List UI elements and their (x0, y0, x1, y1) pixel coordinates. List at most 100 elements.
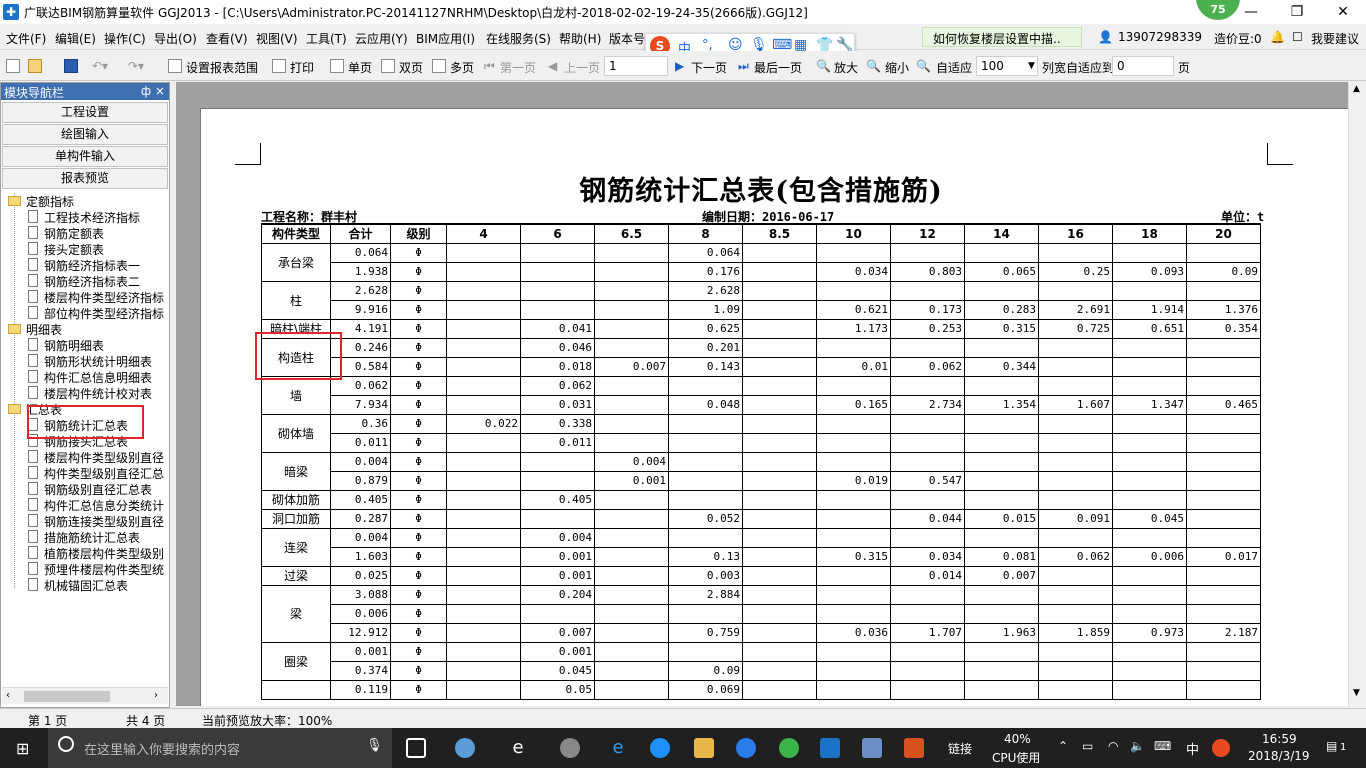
tree-item[interactable]: 钢筋级别直径汇总表 (28, 481, 152, 498)
task-view-icon[interactable] (406, 738, 426, 758)
menu-file[interactable]: 文件(F) (6, 30, 46, 47)
tree-item[interactable]: 钢筋形状统计明细表 (28, 353, 152, 370)
360-icon[interactable] (779, 738, 799, 758)
volume-icon[interactable]: 🔈 (1130, 739, 1145, 753)
menu-online[interactable]: 在线服务(S) (486, 30, 551, 47)
bell-icon[interactable]: 🔔 (1270, 30, 1285, 44)
ie-icon[interactable]: e (508, 738, 528, 758)
tree-item[interactable]: 构件汇总信息明细表 (28, 369, 152, 386)
menu-tools[interactable]: 工具(T) (306, 30, 347, 47)
tree-folder[interactable]: 明细表 (8, 321, 62, 338)
zoom-dropdown-icon[interactable]: ▼ (1028, 61, 1035, 71)
tree-item[interactable]: 钢筋明细表 (28, 337, 104, 354)
scroll-up-icon[interactable]: ▲ (1353, 84, 1360, 94)
last-page-button[interactable]: 最后一页 (754, 59, 802, 76)
tree-item[interactable]: 措施筋统计汇总表 (28, 529, 140, 546)
next-page-button[interactable]: 下一页 (691, 59, 727, 76)
fit-button[interactable]: 自适应 (936, 59, 972, 76)
feedback-icon[interactable]: ☐ (1292, 30, 1303, 44)
score-label[interactable]: 造价豆:0 (1214, 30, 1262, 47)
clipboard-app-icon[interactable] (862, 738, 882, 758)
undo-icon[interactable]: ↶▾ (92, 59, 108, 73)
new-file-icon[interactable] (6, 59, 20, 73)
nav-single-component-input[interactable]: 单构件输入 (2, 146, 168, 167)
multi-page-button[interactable]: 多页 (450, 59, 474, 76)
edge-icon[interactable]: e (608, 738, 628, 758)
tree-item[interactable]: 楼层构件类型经济指标 (28, 289, 164, 306)
nav-drawing-input[interactable]: 绘图输入 (2, 124, 168, 145)
scroll-left-icon[interactable]: ‹ (6, 690, 10, 701)
network-app-icon[interactable] (560, 738, 580, 758)
menu-export[interactable]: 导出(O) (154, 30, 197, 47)
nav-report-preview[interactable]: 报表预览 (2, 168, 168, 189)
menu-viewport[interactable]: 视图(V) (256, 30, 298, 47)
tree-item[interactable]: 接头定额表 (28, 241, 104, 258)
open-folder-icon[interactable] (28, 59, 42, 73)
pdf-app-icon[interactable] (904, 738, 924, 758)
tree-item[interactable]: 工程技术经济指标 (28, 209, 140, 226)
menu-edit[interactable]: 编辑(E) (55, 30, 96, 47)
tree-item[interactable]: 预埋件楼层构件类型统 (28, 561, 164, 578)
battery-icon[interactable]: ▭ (1082, 739, 1093, 753)
scroll-down-icon[interactable]: ▼ (1353, 688, 1360, 698)
tree-item[interactable]: 钢筋经济指标表一 (28, 257, 140, 274)
save-icon[interactable] (64, 59, 78, 73)
minimize-button[interactable]: — (1228, 0, 1274, 24)
tree-item[interactable]: 钢筋定额表 (28, 225, 104, 242)
maximize-button[interactable]: ❐ (1274, 0, 1320, 24)
fan-app-icon[interactable] (455, 738, 475, 758)
set-report-range-button[interactable]: 设置报表范围 (186, 59, 258, 76)
chevron-up-icon[interactable]: ⌃ (1058, 739, 1068, 753)
prev-page-button[interactable]: 上一页 (564, 59, 600, 76)
zoom-out-button[interactable]: 缩小 (885, 59, 909, 76)
taskbar-search[interactable]: 在这里输入你要搜索的内容 🎙 (48, 728, 392, 768)
close-button[interactable]: ✕ (1320, 0, 1366, 24)
menu-view[interactable]: 查看(V) (206, 30, 248, 47)
g-app-icon[interactable] (736, 738, 756, 758)
notification-icon[interactable]: ▤ (1326, 739, 1337, 753)
tree-item[interactable]: 植筋楼层构件类型级别 (28, 545, 164, 562)
page-number-input[interactable]: 1 (604, 56, 668, 76)
user-phone[interactable]: 13907298339 (1118, 30, 1202, 44)
column-fit-input[interactable]: 0 (1112, 56, 1174, 76)
tree-item[interactable]: 钢筋经济指标表二 (28, 273, 140, 290)
pin-close-icon[interactable]: ф × (141, 84, 165, 98)
redo-icon[interactable]: ↷▾ (128, 59, 144, 73)
scroll-thumb[interactable] (24, 691, 110, 702)
first-page-button[interactable]: 第一页 (500, 59, 536, 76)
tree-item[interactable]: 楼层构件统计校对表 (28, 385, 152, 402)
glodon-app-icon[interactable] (820, 738, 840, 758)
nav-horizontal-scrollbar[interactable]: ‹ › (2, 687, 168, 704)
scroll-right-icon[interactable]: › (154, 690, 158, 701)
print-button[interactable]: 打印 (290, 59, 314, 76)
zoom-in-button[interactable]: 放大 (834, 59, 858, 76)
tree-item[interactable]: 构件类型级别直径汇总 (28, 465, 164, 482)
windows-start-icon[interactable]: ⊞ (16, 739, 29, 758)
sogou-tray-icon[interactable] (1212, 739, 1230, 757)
nav-project-settings[interactable]: 工程设置 (2, 102, 168, 123)
mic-icon[interactable]: 🎙 (366, 738, 383, 753)
tree-folder[interactable]: 定额指标 (8, 193, 74, 210)
tree-item[interactable]: 钢筋连接类型级别直径 (28, 513, 164, 530)
wifi-icon[interactable]: ◠ (1108, 739, 1118, 753)
file-explorer-icon[interactable] (694, 738, 714, 758)
clock-time[interactable]: 16:59 (1262, 732, 1297, 746)
clock-date[interactable]: 2018/3/19 (1248, 749, 1310, 763)
menu-bim[interactable]: BIM应用(I) (416, 30, 475, 47)
menu-cloud[interactable]: 云应用(Y) (355, 30, 408, 47)
help-article-link[interactable]: 如何恢复楼层设置中描.. (922, 27, 1082, 47)
double-page-button[interactable]: 双页 (399, 59, 423, 76)
menu-help[interactable]: 帮助(H) (559, 30, 601, 47)
ie-browser-icon[interactable] (650, 738, 670, 758)
preview-vertical-scrollbar[interactable]: ▲ ▼ (1348, 82, 1366, 706)
tree-item[interactable]: 部位构件类型经济指标 (28, 305, 164, 322)
single-page-button[interactable]: 单页 (348, 59, 372, 76)
ime-indicator[interactable]: 中 (1186, 739, 1199, 758)
link-label[interactable]: 链接 (948, 740, 972, 757)
tree-item[interactable]: 楼层构件类型级别直径 (28, 449, 164, 466)
tree-item[interactable]: 构件汇总信息分类统计 (28, 497, 164, 514)
keyboard-icon[interactable]: ⌨ (1154, 739, 1171, 753)
feedback-link[interactable]: 我要建议 (1311, 30, 1359, 47)
tree-item[interactable]: 机械锚固汇总表 (28, 577, 128, 594)
menu-operate[interactable]: 操作(C) (104, 30, 146, 47)
